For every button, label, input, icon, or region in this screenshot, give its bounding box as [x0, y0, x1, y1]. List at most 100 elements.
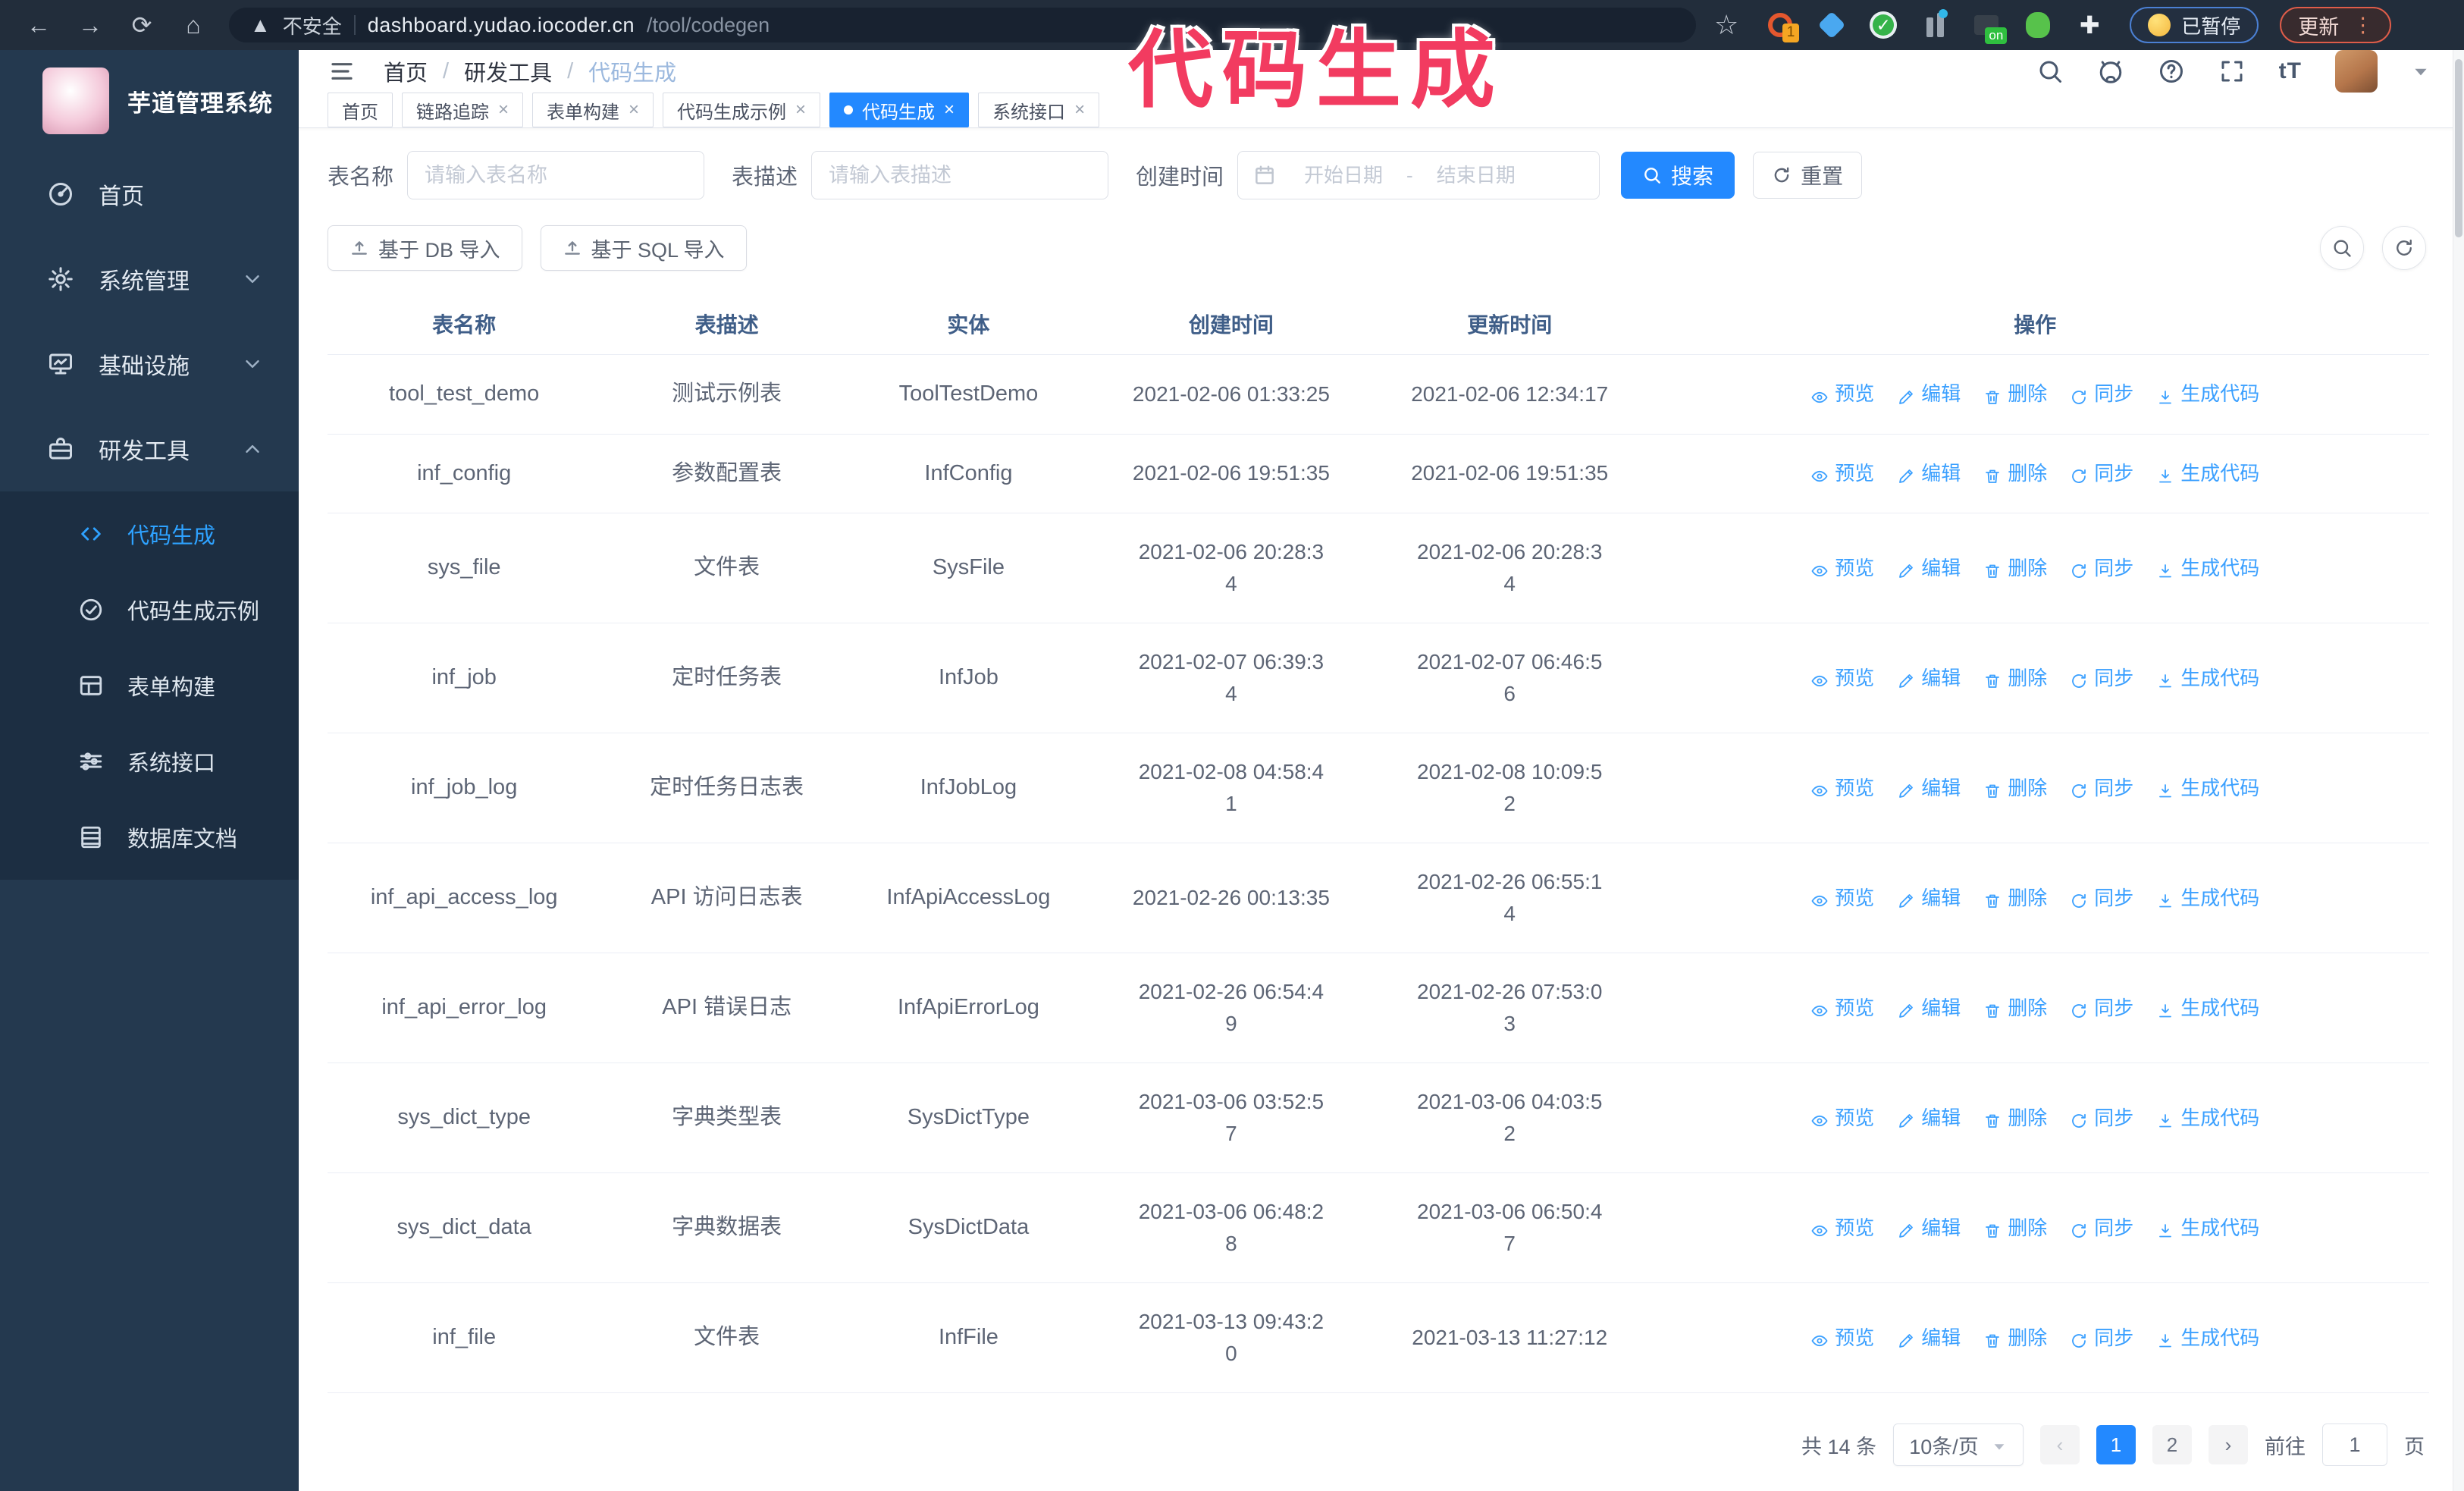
search-icon[interactable]: [2036, 58, 2064, 85]
sidebar-item-系统管理[interactable]: 系统管理: [0, 237, 299, 322]
sql-import-button[interactable]: 基于 SQL 导入: [540, 225, 747, 271]
breadcrumb-home[interactable]: 首页: [384, 55, 428, 87]
tab-首页[interactable]: 首页: [328, 93, 393, 127]
generate-code-action-button[interactable]: 生成代码: [2156, 1323, 2259, 1353]
generate-code-action-button[interactable]: 生成代码: [2156, 554, 2259, 583]
close-icon[interactable]: ×: [795, 101, 806, 119]
browser-update-button[interactable]: 更新 ⋮: [2280, 7, 2392, 43]
sync-action-button[interactable]: 同步: [2070, 1323, 2133, 1353]
green-extension-icon[interactable]: [2024, 11, 2052, 39]
generate-code-action-button[interactable]: 生成代码: [2156, 774, 2259, 803]
generate-code-action-button[interactable]: 生成代码: [2156, 664, 2259, 693]
delete-action-button[interactable]: 删除: [1983, 1213, 2047, 1243]
browser-forward-icon[interactable]: →: [68, 11, 112, 39]
end-date-input[interactable]: [1419, 163, 1533, 187]
tab-系统接口[interactable]: 系统接口 ×: [978, 93, 1100, 127]
sidebar-toggle-button[interactable]: [328, 59, 356, 83]
sync-action-button[interactable]: 同步: [2070, 1103, 2133, 1133]
tab-代码生成示例[interactable]: 代码生成示例 ×: [663, 93, 821, 127]
sidebar-item-研发工具[interactable]: 研发工具: [0, 406, 299, 491]
edit-action-button[interactable]: 编辑: [1897, 1213, 1961, 1243]
fullscreen-icon[interactable]: [2218, 58, 2246, 85]
edit-action-button[interactable]: 编辑: [1897, 884, 1961, 913]
date-range-picker[interactable]: -: [1237, 151, 1600, 199]
edit-action-button[interactable]: 编辑: [1897, 1103, 1961, 1133]
sidebar-subitem-数据库文档[interactable]: 数据库文档: [0, 799, 299, 875]
check-extension-icon[interactable]: ✓: [1869, 11, 1898, 39]
avatar[interactable]: [2335, 50, 2378, 93]
paused-extension-badge[interactable]: 已暂停: [2130, 7, 2259, 43]
preview-action-button[interactable]: 预览: [1810, 459, 1874, 488]
generate-code-action-button[interactable]: 生成代码: [2156, 884, 2259, 913]
delete-action-button[interactable]: 删除: [1983, 379, 2047, 409]
page-size-select[interactable]: 10条/页: [1893, 1424, 2024, 1466]
browser-menu-icon[interactable]: ⋮: [2353, 14, 2373, 37]
help-icon[interactable]: [2158, 58, 2185, 85]
preview-action-button[interactable]: 预览: [1810, 1323, 1874, 1353]
breadcrumb-dev-tools[interactable]: 研发工具: [464, 55, 552, 87]
tab-代码生成[interactable]: 代码生成 ×: [829, 93, 970, 127]
sync-action-button[interactable]: 同步: [2070, 1213, 2133, 1243]
sync-action-button[interactable]: 同步: [2070, 993, 2133, 1023]
sidebar-item-首页[interactable]: 首页: [0, 152, 299, 237]
sync-action-button[interactable]: 同步: [2070, 884, 2133, 913]
generate-code-action-button[interactable]: 生成代码: [2156, 1213, 2259, 1243]
page-number-1[interactable]: 1: [2096, 1425, 2136, 1464]
refresh-table-button[interactable]: [2382, 226, 2426, 270]
app-logo[interactable]: 芋道管理系统: [0, 50, 299, 152]
table-desc-input[interactable]: [811, 151, 1109, 199]
sync-action-button[interactable]: 同步: [2070, 664, 2133, 693]
tab-链路追踪[interactable]: 链路追踪 ×: [402, 93, 524, 127]
edit-action-button[interactable]: 编辑: [1897, 554, 1961, 583]
edit-action-button[interactable]: 编辑: [1897, 459, 1961, 488]
db-import-button[interactable]: 基于 DB 导入: [328, 225, 522, 271]
sidebar-subitem-系统接口[interactable]: 系统接口: [0, 724, 299, 799]
font-size-icon[interactable]: tT: [2279, 58, 2302, 84]
delete-action-button[interactable]: 删除: [1983, 993, 2047, 1023]
page-scrollbar[interactable]: [2453, 50, 2464, 1491]
browser-reload-icon[interactable]: ⟳: [120, 11, 164, 39]
on-extension-icon[interactable]: on: [1972, 11, 2008, 44]
delete-action-button[interactable]: 删除: [1983, 884, 2047, 913]
edit-action-button[interactable]: 编辑: [1897, 1323, 1961, 1353]
generate-code-action-button[interactable]: 生成代码: [2156, 459, 2259, 488]
preview-action-button[interactable]: 预览: [1810, 1103, 1874, 1133]
browser-home-icon[interactable]: ⌂: [171, 11, 215, 39]
bookmark-star-icon[interactable]: ☆: [1714, 9, 1738, 41]
delete-action-button[interactable]: 删除: [1983, 1323, 2047, 1353]
sync-action-button[interactable]: 同步: [2070, 554, 2133, 583]
tab-表单构建[interactable]: 表单构建 ×: [532, 93, 654, 127]
preview-action-button[interactable]: 预览: [1810, 379, 1874, 409]
close-icon[interactable]: ×: [1074, 101, 1085, 119]
page-number-2[interactable]: 2: [2152, 1425, 2192, 1464]
sync-action-button[interactable]: 同步: [2070, 379, 2133, 409]
preview-action-button[interactable]: 预览: [1810, 774, 1874, 803]
puzzle-extension-icon[interactable]: ✚: [2075, 11, 2104, 39]
search-button[interactable]: 搜索: [1621, 152, 1735, 199]
start-date-input[interactable]: [1287, 163, 1401, 187]
gem-extension-icon[interactable]: [1817, 11, 1846, 39]
scrollbar-thumb[interactable]: [2455, 59, 2462, 237]
sync-action-button[interactable]: 同步: [2070, 459, 2133, 488]
delete-action-button[interactable]: 删除: [1983, 554, 2047, 583]
generate-code-action-button[interactable]: 生成代码: [2156, 1103, 2259, 1133]
table-name-input[interactable]: [407, 151, 705, 199]
preview-action-button[interactable]: 预览: [1810, 884, 1874, 913]
next-page-button[interactable]: ›: [2209, 1425, 2248, 1464]
delete-action-button[interactable]: 删除: [1983, 664, 2047, 693]
reset-button[interactable]: 重置: [1753, 152, 1863, 199]
edit-action-button[interactable]: 编辑: [1897, 774, 1961, 803]
sidebar-subitem-代码生成[interactable]: 代码生成: [0, 496, 299, 572]
preview-action-button[interactable]: 预览: [1810, 993, 1874, 1023]
columns-extension-icon[interactable]: [1920, 9, 1949, 39]
preview-action-button[interactable]: 预览: [1810, 1213, 1874, 1243]
delete-action-button[interactable]: 删除: [1983, 774, 2047, 803]
orange-extension-icon[interactable]: 1: [1766, 11, 1800, 42]
goto-page-input[interactable]: [2322, 1424, 2387, 1466]
delete-action-button[interactable]: 删除: [1983, 459, 2047, 488]
preview-action-button[interactable]: 预览: [1810, 664, 1874, 693]
edit-action-button[interactable]: 编辑: [1897, 993, 1961, 1023]
sync-action-button[interactable]: 同步: [2070, 774, 2133, 803]
browser-back-icon[interactable]: ←: [17, 11, 61, 39]
prev-page-button[interactable]: ‹: [2040, 1425, 2080, 1464]
